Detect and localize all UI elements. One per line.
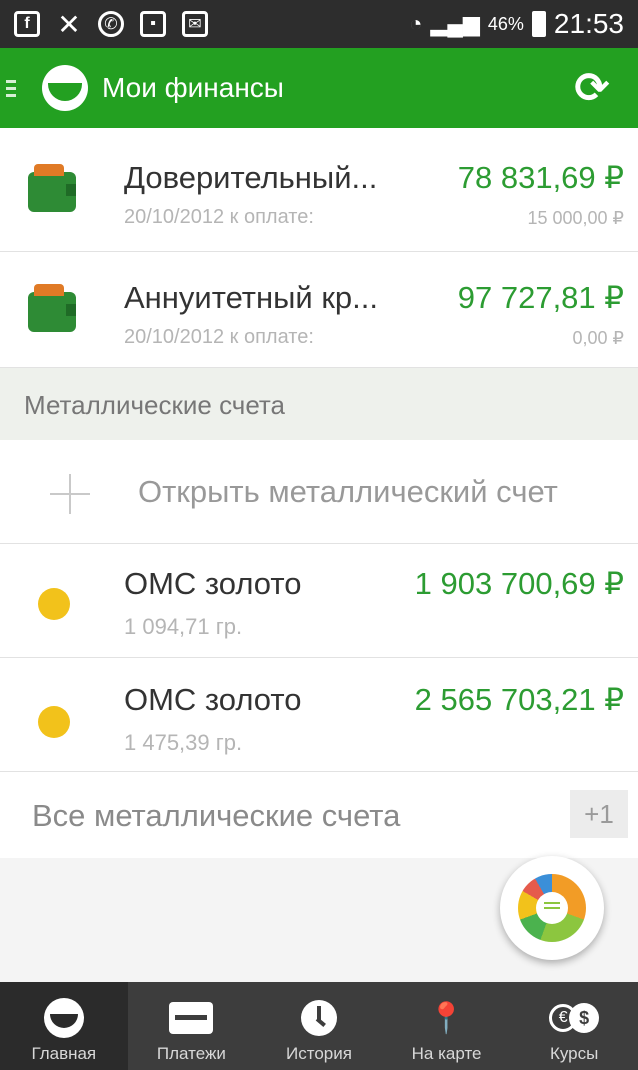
finance-chart-button[interactable] [500,856,604,960]
transfer-icon [168,998,214,1038]
metal-account-weight: 1 475,39 гр. [124,730,243,755]
all-metal-accounts-label: Все металлические счета [32,798,401,833]
metal-account-amount: 2 565 703,21 ₽ [414,682,624,717]
missed-call-icon: ✕ [57,8,81,40]
system-status: ◔ ▂▄▆ 46% 21:53 [409,8,624,40]
all-metal-accounts-link[interactable]: Все металлические счета +1 [0,772,638,858]
battery-icon [531,11,546,37]
gallery-icon: ▪ [140,11,166,37]
loan-payment-due: 15 000,00 ₽ [527,208,624,228]
plus-icon [50,474,90,514]
app-bar: Мои финансы ⟳ [0,48,638,128]
nav-label: Курсы [549,1044,599,1063]
currency-icon: € $ [549,998,600,1038]
nav-item-rates[interactable]: € $ Курсы [510,982,638,1070]
status-bar: f ✕ ✆ ▪ ✉ ◔ ▂▄▆ 46% 21:53 [0,0,638,48]
loan-amount: 78 831,69 ₽ [457,160,624,195]
metal-account-title: ОМС золото [124,682,302,717]
loan-date: 20/10/2012 к оплате: [124,206,314,228]
loan-item[interactable]: Доверительный... 20/10/2012 к оплате: 78… [0,128,638,252]
section-title: Металлические счета [24,390,286,420]
open-metal-account-label: Открыть металлический счет [138,474,558,509]
notification-icons: f ✕ ✆ ▪ ✉ [14,8,208,40]
nav-item-history[interactable]: История [255,982,383,1070]
facebook-icon: f [14,11,40,37]
metal-account-weight: 1 094,71 гр. [124,614,243,639]
sberbank-logo-icon [41,998,87,1038]
loan-title: Аннуитетный кр... [124,280,378,315]
nav-label: История [286,1044,352,1063]
loan-item[interactable]: Аннуитетный кр... 20/10/2012 к оплате: 9… [0,252,638,368]
refresh-icon[interactable]: ⟳ [568,64,616,112]
map-pin-icon: 📍 [427,1001,466,1035]
nav-label: Главная [31,1044,97,1063]
nav-item-home[interactable]: Главная [0,982,128,1070]
sberbank-logo-icon[interactable] [42,65,88,111]
nav-item-map[interactable]: 📍 На карте [383,982,511,1070]
battery-percent: 46% [487,13,524,34]
nav-label: Платежи [156,1044,226,1063]
whatsapp-icon: ✆ [98,11,124,37]
signal-icon: ▂▄▆ [430,11,480,36]
wallet-icon [28,284,76,332]
mail-icon: ✉ [182,11,208,37]
drawer-menu-icon[interactable] [6,79,16,97]
metal-account-amount: 1 903 700,69 ₽ [414,566,624,601]
metal-account-item[interactable]: ОМС золото 1 475,39 гр. 2 565 703,21 ₽ [0,658,638,772]
metal-account-title: ОМС золото [124,566,302,601]
loan-date: 20/10/2012 к оплате: [124,326,314,348]
loan-amount: 97 727,81 ₽ [457,280,624,315]
nav-label: На карте [411,1044,482,1063]
wifi-icon: ◔ [409,11,423,36]
clock-time: 21:53 [553,8,624,39]
wallet-icon [28,164,76,212]
nav-item-payments[interactable]: Платежи [128,982,256,1070]
section-header-metal-accounts: Металлические счета [0,368,638,440]
main-content: Доверительный... 20/10/2012 к оплате: 78… [0,128,638,982]
loan-payment-due: 0,00 ₽ [572,328,625,348]
list-lines-icon [544,902,560,914]
gold-coin-icon [38,588,70,620]
metal-account-item[interactable]: ОМС золото 1 094,71 гр. 1 903 700,69 ₽ [0,544,638,658]
clock-icon [296,998,342,1038]
open-metal-account-button[interactable]: Открыть металлический счет [0,440,638,544]
page-title: Мои финансы [102,72,284,103]
gold-coin-icon [38,706,70,738]
loan-title: Доверительный... [124,160,378,195]
count-badge: +1 [570,790,628,838]
bottom-navigation: Главная Платежи История 📍 На карте € $ Ку… [0,982,638,1070]
